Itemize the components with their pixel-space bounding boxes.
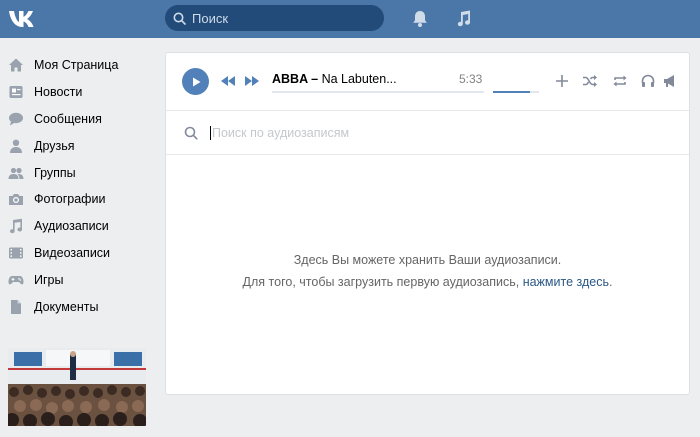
- audio-search-bar: [166, 112, 689, 155]
- audio-search-input[interactable]: [210, 126, 630, 140]
- volume-slider[interactable]: [493, 91, 539, 93]
- header-search[interactable]: [165, 5, 384, 31]
- sidebar-item-label: Друзья: [34, 138, 75, 153]
- music-icon[interactable]: [454, 9, 474, 29]
- play-button[interactable]: [182, 68, 209, 95]
- friends-icon: [8, 138, 24, 154]
- sidebar-item-label: Документы: [34, 299, 99, 314]
- top-header: [0, 0, 700, 38]
- sidebar-item-games[interactable]: Игры: [0, 266, 160, 293]
- camera-icon: [8, 191, 24, 207]
- document-icon: [8, 299, 24, 315]
- previous-track-button[interactable]: [221, 74, 235, 88]
- video-icon: [8, 245, 24, 261]
- shuffle-button[interactable]: [582, 73, 598, 89]
- audio-card: ABBA – Na Labuten... 5:33 Поиск по аудио…: [165, 52, 690, 395]
- gamepad-icon: [8, 272, 24, 288]
- messages-icon: [8, 111, 24, 127]
- track-duration: 5:33: [459, 72, 483, 86]
- empty-state-line-2: Для того, чтобы загрузить первую аудиоза…: [166, 271, 689, 293]
- plus-icon: [556, 75, 568, 87]
- broadcast-button[interactable]: [662, 73, 678, 89]
- empty-state-prefix: Для того, чтобы загрузить первую аудиоза…: [242, 275, 523, 289]
- sidebar-item-documents[interactable]: Документы: [0, 293, 160, 320]
- track-title: ABBA – Na Labuten...: [272, 72, 397, 86]
- rewind-icon: [221, 76, 235, 86]
- add-track-button[interactable]: [554, 73, 570, 89]
- sidebar-item-label: Игры: [34, 272, 64, 287]
- vk-logo-icon[interactable]: [8, 8, 40, 30]
- music-note-icon: [8, 218, 24, 234]
- sidebar-item-label: Аудиозаписи: [34, 219, 109, 234]
- sidebar-item-label: Группы: [34, 165, 76, 180]
- repeat-icon: [613, 75, 627, 87]
- sidebar-item-label: Сообщения: [34, 111, 102, 126]
- sidebar-item-news[interactable]: Новости: [0, 79, 160, 106]
- header-search-input[interactable]: [192, 10, 384, 26]
- volume-fill: [493, 91, 530, 93]
- track-separator: –: [307, 72, 322, 86]
- sidebar-item-label: Новости: [34, 85, 83, 100]
- fast-forward-icon: [245, 76, 259, 86]
- search-icon: [184, 126, 198, 140]
- sidebar-item-label: Видеозаписи: [34, 245, 111, 260]
- sidebar-item-label: Фотографии: [34, 192, 106, 207]
- track-progress-bar[interactable]: [272, 91, 484, 93]
- next-track-button[interactable]: [245, 74, 259, 88]
- track-artist: ABBA: [272, 72, 308, 86]
- home-icon: [8, 57, 24, 73]
- sidebar-item-videos[interactable]: Видеозаписи: [0, 240, 160, 267]
- similar-tracks-button[interactable]: [640, 73, 656, 89]
- sidebar-item-friends[interactable]: Друзья: [0, 132, 160, 159]
- megaphone-icon: [664, 75, 674, 87]
- headphones-icon: [641, 74, 655, 87]
- left-sidebar: Моя Страница Новости Сообщения Друзья Гр…: [0, 52, 160, 320]
- play-icon: [192, 77, 200, 86]
- track-name: Na Labuten...: [321, 72, 397, 86]
- sidebar-item-label: Моя Страница: [34, 58, 119, 73]
- groups-icon: [8, 165, 24, 181]
- sidebar-item-photos[interactable]: Фотографии: [0, 186, 160, 213]
- sidebar-item-groups[interactable]: Группы: [0, 159, 160, 186]
- shuffle-icon: [583, 75, 597, 87]
- search-icon: [173, 12, 186, 25]
- audio-player: ABBA – Na Labuten... 5:33: [166, 53, 689, 111]
- empty-state-message: Здесь Вы можете хранить Ваши аудиозаписи…: [166, 249, 689, 293]
- bell-icon[interactable]: [410, 9, 430, 29]
- sidebar-ad-image[interactable]: [8, 348, 146, 426]
- sidebar-item-my-page[interactable]: Моя Страница: [0, 52, 160, 79]
- repeat-button[interactable]: [612, 73, 628, 89]
- news-icon: [8, 84, 24, 100]
- empty-state-suffix: .: [608, 275, 613, 289]
- empty-state-line-1: Здесь Вы можете хранить Ваши аудиозаписи…: [293, 253, 562, 267]
- sidebar-item-audio[interactable]: Аудиозаписи: [0, 213, 160, 240]
- upload-audio-link[interactable]: нажмите здесь: [523, 275, 609, 289]
- sidebar-item-messages[interactable]: Сообщения: [0, 106, 160, 133]
